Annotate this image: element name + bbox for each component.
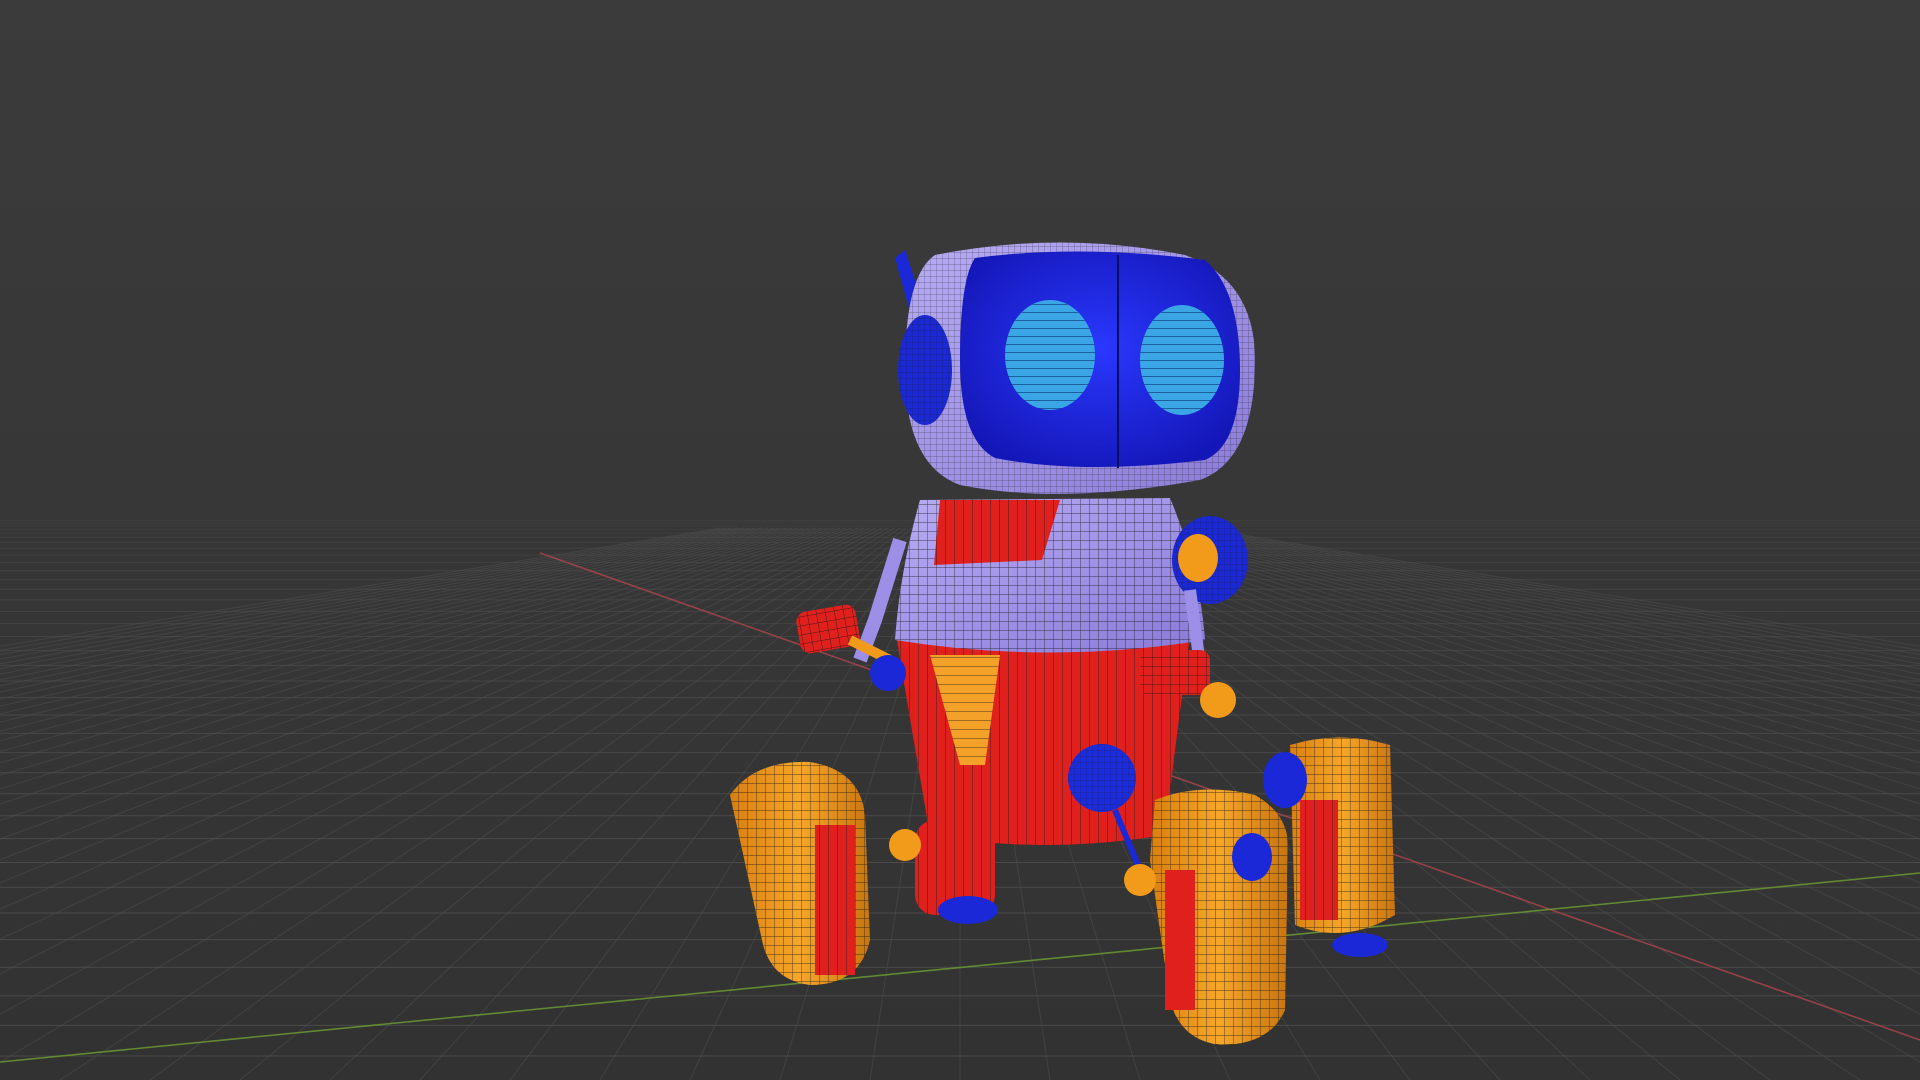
- 3d-viewport[interactable]: [0, 0, 1920, 1080]
- robot-head: [895, 242, 1255, 494]
- viewport-canvas[interactable]: [0, 0, 1920, 1080]
- upper-body: [895, 498, 1205, 653]
